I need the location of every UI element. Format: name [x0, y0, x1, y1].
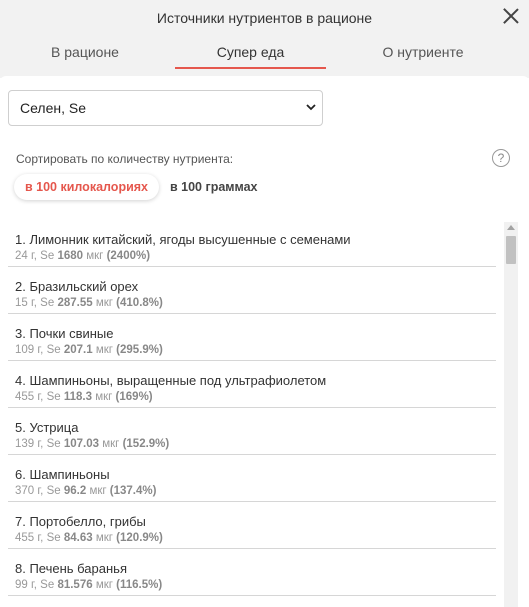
food-percent: (295.9%) — [116, 344, 163, 356]
food-portion: 15 г, Se — [15, 297, 55, 309]
food-name: 3. Почки свиные — [15, 326, 114, 341]
food-nutrient-info: 15 г, Se 287.55 мкг (410.8%) — [15, 297, 163, 309]
food-unit: мкг — [89, 485, 107, 497]
food-list-item[interactable]: 7. Портобелло, грибы 455 г, Se 84.63 мкг … — [8, 502, 496, 549]
food-nutrient-info: 455 г, Se 84.63 мкг (120.9%) — [15, 532, 163, 544]
food-percent: (152.9%) — [122, 438, 170, 450]
food-percent: (116.5%) — [116, 579, 163, 591]
food-amount: 84.63 — [63, 532, 93, 544]
food-portion: 99 г, Se — [15, 579, 55, 591]
scroll-up-icon[interactable] — [507, 225, 515, 230]
food-amount: 96.2 — [63, 485, 87, 497]
food-name: 4. Шампиньоны, выращенные под ультрафиол… — [15, 373, 327, 388]
scrollbar-thumb[interactable] — [506, 236, 516, 264]
food-amount: 118.3 — [63, 391, 92, 403]
food-amount: 81.576 — [57, 579, 93, 591]
food-percent: (169%) — [115, 391, 153, 403]
food-nutrient-info: 455 г, Se 118.3 мкг (169%) — [15, 391, 153, 403]
food-amount: 287.55 — [57, 297, 93, 309]
food-percent: (410.8%) — [116, 297, 163, 309]
food-name: 5. Устрица — [15, 420, 79, 435]
food-nutrient-info: 139 г, Se 107.03 мкг (152.9%) — [15, 438, 169, 450]
food-nutrient-info: 99 г, Se 81.576 мкг (116.5%) — [15, 579, 162, 591]
food-portion: 109 г, Se — [15, 344, 61, 356]
food-name: 2. Бразильский орех — [15, 279, 139, 294]
sort-label: Сортировать по количеству нутриента: — [16, 152, 234, 166]
food-nutrient-info: 109 г, Se 207.1 мкг (295.9%) — [15, 344, 163, 356]
food-portion: 24 г, Se — [15, 250, 55, 262]
food-portion: 455 г, Se — [15, 532, 61, 544]
food-percent: (137.4%) — [109, 485, 157, 497]
food-list-item[interactable]: 6. Шампиньоны 370 г, Se 96.2 мкг (137.4%) — [8, 455, 496, 502]
food-unit: мкг — [95, 344, 113, 356]
tab-super-food[interactable]: Супер еда — [175, 38, 326, 69]
food-portion: 139 г, Se — [15, 438, 61, 450]
food-list-item[interactable]: 3. Почки свиные 109 г, Se 207.1 мкг (295.… — [8, 314, 496, 361]
food-unit: мкг — [95, 579, 113, 591]
help-icon[interactable]: ? — [492, 149, 510, 167]
food-nutrient-info: 370 г, Se 96.2 мкг (137.4%) — [15, 485, 156, 497]
food-portion: 455 г, Se — [15, 391, 61, 403]
panel-header: Источники нутриентов в рационе В рационе… — [0, 0, 529, 78]
tab-about-nutrient[interactable]: О нутриенте — [358, 38, 488, 68]
food-percent: (120.9%) — [116, 532, 163, 544]
food-name: 1. Лимонник китайский, ягоды высушенные … — [15, 232, 351, 247]
food-list-item[interactable]: 2. Бразильский орех 15 г, Se 287.55 мкг (… — [8, 267, 496, 314]
food-unit: мкг — [95, 297, 113, 309]
food-amount: 207.1 — [63, 344, 93, 356]
food-list-item[interactable]: 1. Лимонник китайский, ягоды высушенные … — [8, 220, 496, 267]
tab-bar: В рационе Супер еда О нутриенте — [0, 38, 529, 70]
food-list: 1. Лимонник китайский, ягоды высушенные … — [8, 220, 496, 596]
food-portion: 370 г, Se — [15, 485, 61, 497]
tab-in-diet[interactable]: В рационе — [20, 38, 150, 68]
chevron-down-icon — [306, 104, 316, 111]
food-unit: мкг — [95, 391, 113, 403]
food-amount: 107.03 — [63, 438, 100, 450]
food-percent: (2400%) — [106, 250, 151, 262]
food-name: 6. Шампиньоны — [15, 467, 110, 482]
nutrient-sources-panel: Источники нутриентов в рационе В рационе… — [0, 0, 529, 607]
food-unit: мкг — [86, 250, 104, 262]
list-scrollbar[interactable] — [504, 222, 518, 607]
nutrient-select-value: Селен, Se — [20, 100, 87, 116]
sort-per-100-grams[interactable]: в 100 граммах — [170, 174, 258, 200]
nutrient-select[interactable]: Селен, Se — [8, 90, 323, 126]
food-amount: 1680 — [57, 250, 84, 262]
close-icon[interactable] — [501, 6, 521, 26]
food-unit: мкг — [95, 532, 113, 544]
food-list-item[interactable]: 4. Шампиньоны, выращенные под ультрафиол… — [8, 361, 496, 408]
food-nutrient-info: 24 г, Se 1680 мкг (2400%) — [15, 250, 150, 262]
sort-per-100-kcal[interactable]: в 100 килокалориях — [14, 174, 159, 200]
food-unit: мкг — [102, 438, 120, 450]
food-name: 8. Печень баранья — [15, 561, 127, 576]
content-sheet: Селен, Se Сортировать по количеству нутр… — [0, 76, 529, 607]
food-name: 7. Портобелло, грибы — [15, 514, 146, 529]
panel-title: Источники нутриентов в рационе — [156, 10, 373, 26]
food-list-item[interactable]: 5. Устрица 139 г, Se 107.03 мкг (152.9%) — [8, 408, 496, 455]
food-list-item[interactable]: 8. Печень баранья 99 г, Se 81.576 мкг (11… — [8, 549, 496, 596]
